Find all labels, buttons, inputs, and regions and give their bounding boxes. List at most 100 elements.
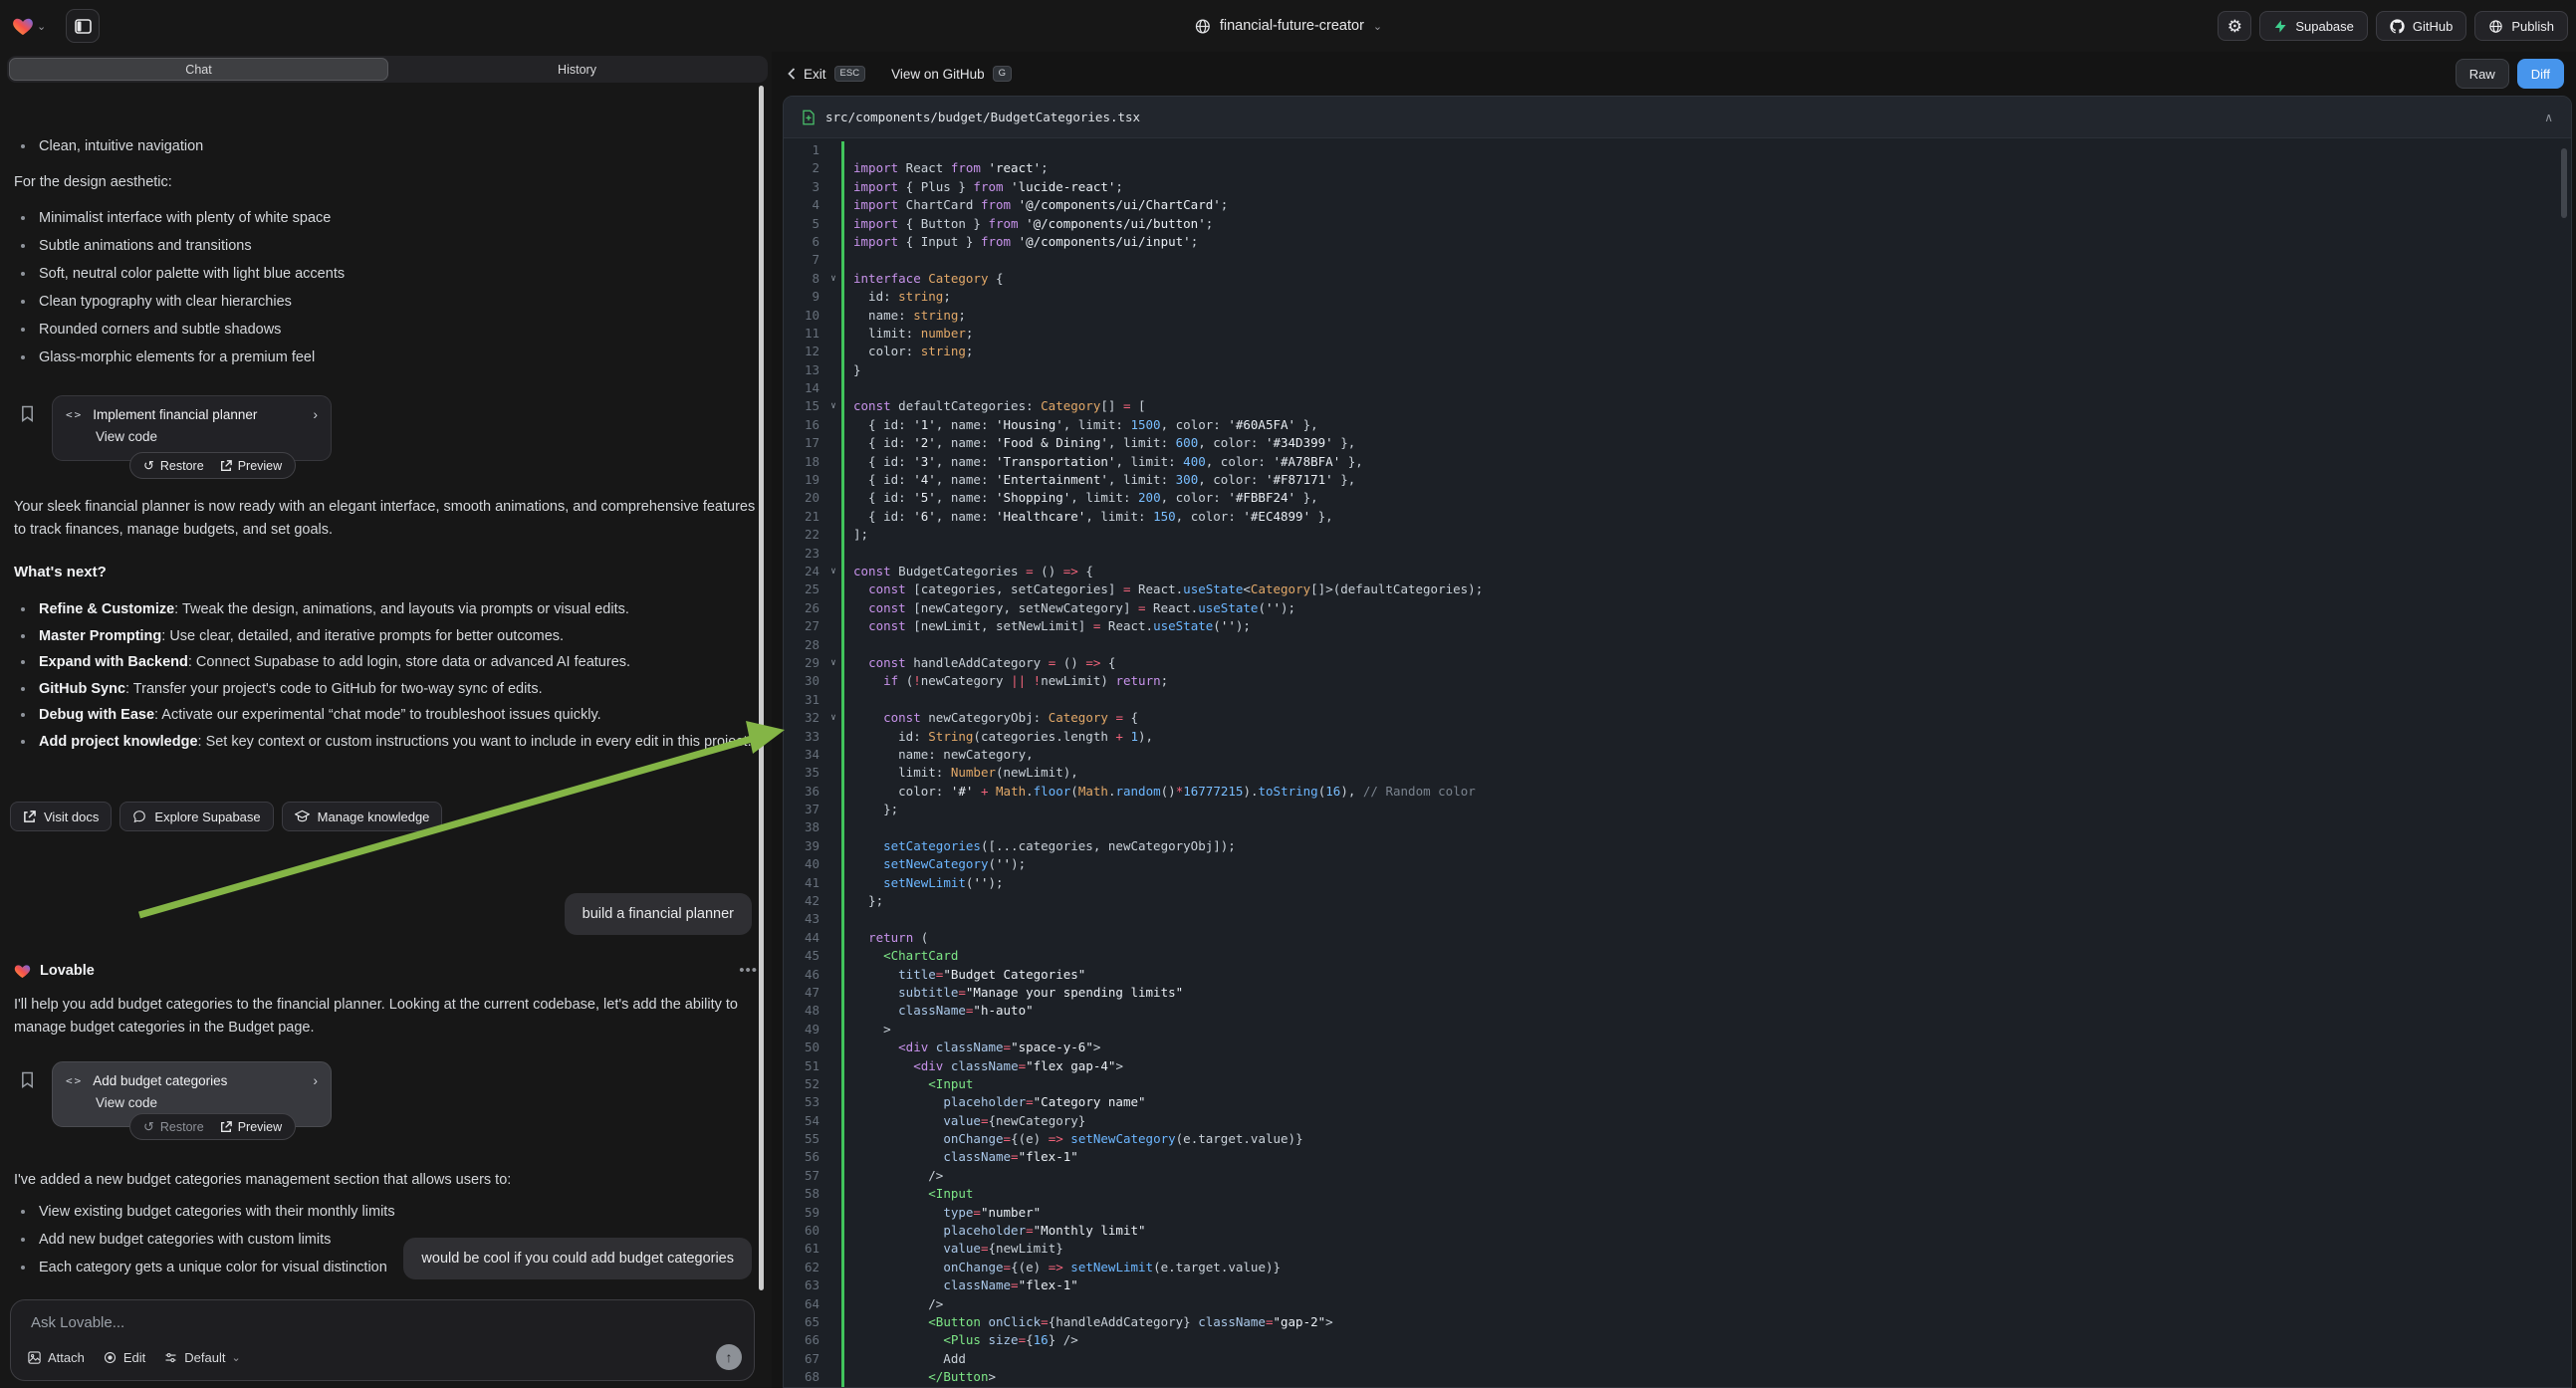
line-number: 68 [784, 1368, 825, 1386]
send-button[interactable]: ↑ [716, 1344, 742, 1370]
lovable-logo-menu[interactable]: ⌄ [12, 16, 46, 36]
fold-toggle[interactable]: ∨ [825, 654, 841, 672]
fold-toggle[interactable]: ∨ [825, 709, 841, 727]
line-number: 3 [784, 178, 825, 196]
publish-button[interactable]: Publish [2474, 11, 2568, 41]
line-number: 41 [784, 874, 825, 892]
code-lines: 1 2import React from 'react';3import { P… [784, 138, 2571, 1387]
attach-button[interactable]: Attach [27, 1350, 85, 1365]
code-text: } [841, 361, 2571, 379]
code-line: 21 { id: '6', name: 'Healthcare', limit:… [784, 508, 2571, 526]
fold-toggle [825, 783, 841, 801]
list-item: Subtle animations and transitions [0, 235, 772, 257]
list-item: Minimalist interface with plenty of whit… [0, 207, 772, 229]
code-scrollbar[interactable] [2561, 148, 2567, 218]
code-panel: Exit ESC View on GitHub G Raw Diff src/c… [772, 52, 2576, 1388]
preview-button[interactable]: Preview [220, 459, 282, 473]
restore-button[interactable]: ↺ Restore [143, 458, 204, 474]
code-text [841, 545, 2571, 563]
diff-button[interactable]: Diff [2517, 59, 2564, 89]
mode-select[interactable]: Default ⌄ [163, 1350, 240, 1365]
code-text [841, 141, 2571, 159]
code-line: 50 <div className="space-y-6"> [784, 1039, 2571, 1056]
list-item: Clean typography with clear hierarchies [0, 291, 772, 313]
preview-button[interactable]: Preview [220, 1120, 282, 1134]
code-line: 32∨ const newCategoryObj: Category = { [784, 709, 2571, 727]
external-link-icon [23, 810, 36, 823]
code-text: { id: '1', name: 'Housing', limit: 1500,… [841, 416, 2571, 434]
fold-toggle [825, 1057, 841, 1075]
code-line: 30 if (!newCategory || !newLimit) return… [784, 672, 2571, 690]
external-link-icon [220, 1121, 232, 1133]
fold-toggle [825, 489, 841, 507]
code-text: id: String(categories.length + 1), [841, 728, 2571, 746]
manage-knowledge-button[interactable]: Manage knowledge [282, 802, 443, 831]
code-line: 51 <div className="flex gap-4"> [784, 1057, 2571, 1075]
topbar: ⌄ financial-future-creator ⌄ ⚙ [0, 0, 2576, 52]
list-item: Expand with Backend: Connect Supabase to… [0, 651, 772, 673]
code-text: import { Plus } from 'lucide-react'; [841, 178, 2571, 196]
edit-button[interactable]: Edit [103, 1350, 145, 1365]
line-number: 52 [784, 1075, 825, 1093]
code-text: const BudgetCategories = () => { [841, 563, 2571, 580]
version-card-1: <> Implement financial planner › View co… [0, 344, 772, 439]
restore-icon: ↺ [143, 1119, 154, 1135]
project-selector[interactable]: financial-future-creator ⌄ [1194, 0, 1382, 52]
line-number: 29 [784, 654, 825, 672]
code-text: type="number" [841, 1204, 2571, 1222]
fold-toggle [825, 325, 841, 343]
code-text: setNewLimit(''); [841, 874, 2571, 892]
version-card-2: <> Add budget categories › View code ↺ R… [0, 1061, 772, 1157]
github-button[interactable]: GitHub [2376, 11, 2466, 41]
version-title: Add budget categories [93, 1073, 227, 1088]
line-number: 53 [784, 1093, 825, 1111]
settings-button[interactable]: ⚙ [2218, 11, 2251, 41]
fold-toggle[interactable]: ∨ [825, 563, 841, 580]
code-text: > [841, 1021, 2571, 1039]
visit-docs-button[interactable]: Visit docs [10, 802, 112, 831]
bookmark-icon[interactable] [20, 405, 35, 422]
supabase-button[interactable]: Supabase [2259, 11, 2368, 41]
raw-button[interactable]: Raw [2456, 59, 2509, 89]
exit-button[interactable]: Exit ESC [788, 66, 865, 82]
view-on-github-link[interactable]: View on GitHub G [891, 66, 1012, 82]
code-text: placeholder="Category name" [841, 1093, 2571, 1111]
bookmark-icon[interactable] [20, 1071, 35, 1088]
file-header[interactable]: src/components/budget/BudgetCategories.t… [784, 97, 2571, 138]
assistant-header: Lovable ••• [0, 962, 772, 979]
fold-toggle[interactable]: ∨ [825, 397, 841, 415]
chat-input[interactable]: Ask Lovable... [31, 1314, 738, 1331]
line-number: 51 [784, 1057, 825, 1075]
line-number: 64 [784, 1295, 825, 1313]
fold-toggle [825, 1313, 841, 1331]
view-code-link[interactable]: View code [96, 1095, 318, 1110]
view-code-link[interactable]: View code [96, 429, 318, 444]
code-text: id: string; [841, 288, 2571, 306]
more-menu-icon[interactable]: ••• [739, 962, 758, 979]
tab-history[interactable]: History [388, 58, 766, 81]
code-line: 22]; [784, 526, 2571, 544]
line-number: 43 [784, 910, 825, 928]
chat-scrollbar[interactable] [759, 86, 764, 1290]
line-number: 61 [784, 1240, 825, 1258]
list-item: Soft, neutral color palette with light b… [0, 263, 772, 285]
version-actions: ↺ Restore Preview [129, 1113, 296, 1140]
list-item: Rounded corners and subtle shadows [0, 319, 772, 341]
assistant-reply-body: I've added a new budget categories manag… [0, 1169, 772, 1192]
code-line: 28 [784, 636, 2571, 654]
code-text: name: string; [841, 307, 2571, 325]
sidebar-toggle-button[interactable] [66, 9, 100, 43]
graduation-cap-icon [295, 810, 310, 823]
tab-chat[interactable]: Chat [9, 58, 388, 81]
code-line: 63 className="flex-1" [784, 1276, 2571, 1294]
list-item: Debug with Ease: Activate our experiment… [0, 704, 772, 726]
explore-supabase-button[interactable]: Explore Supabase [119, 802, 273, 831]
fold-toggle [825, 416, 841, 434]
composer: Ask Lovable... Attach Edit Default ⌄ [10, 1299, 755, 1381]
code-text: className="h-auto" [841, 1002, 2571, 1020]
line-number: 57 [784, 1167, 825, 1185]
fold-toggle[interactable]: ∨ [825, 270, 841, 288]
chevron-up-icon[interactable]: ∧ [2544, 111, 2553, 124]
code-line: 36 color: '#' + Math.floor(Math.random()… [784, 783, 2571, 801]
restore-button[interactable]: ↺ Restore [143, 1119, 204, 1135]
